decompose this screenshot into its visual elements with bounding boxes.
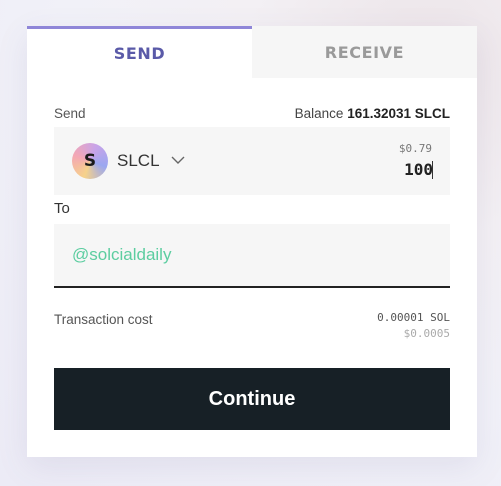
balance-value: 161.32031 SLCL — [347, 106, 450, 121]
text-caret — [432, 161, 433, 179]
tab-bar: SEND RECEIVE — [27, 26, 477, 78]
balance: Balance 161.32031 SLCL — [295, 106, 450, 121]
continue-button[interactable]: Continue — [54, 368, 450, 430]
transaction-cost-sol: 0.00001 SOL — [377, 311, 450, 324]
solcial-logo-icon[interactable]: S — [72, 143, 108, 179]
send-label: Send — [54, 106, 86, 121]
to-label: To — [54, 200, 70, 217]
amount-input[interactable] — [313, 158, 433, 180]
token-logo-letter: S — [83, 151, 97, 171]
recipient-input[interactable] — [72, 244, 432, 266]
tab-receive[interactable]: RECEIVE — [252, 26, 477, 78]
chevron-down-icon[interactable] — [171, 153, 185, 167]
amount-usd-value: $0.79 — [398, 142, 432, 155]
token-selector[interactable]: SLCL — [117, 151, 160, 171]
send-header: Send Balance 161.32031 SLCL — [54, 106, 450, 122]
send-card: SEND RECEIVE Send Balance 161.32031 SLCL… — [27, 26, 477, 457]
transaction-cost-label: Transaction cost — [54, 312, 153, 327]
balance-label: Balance — [294, 106, 344, 121]
recipient-box — [54, 224, 450, 288]
transaction-cost-usd: $0.0005 — [403, 327, 450, 340]
amount-box: S SLCL $0.79 — [54, 127, 450, 195]
tab-send[interactable]: SEND — [27, 26, 252, 78]
